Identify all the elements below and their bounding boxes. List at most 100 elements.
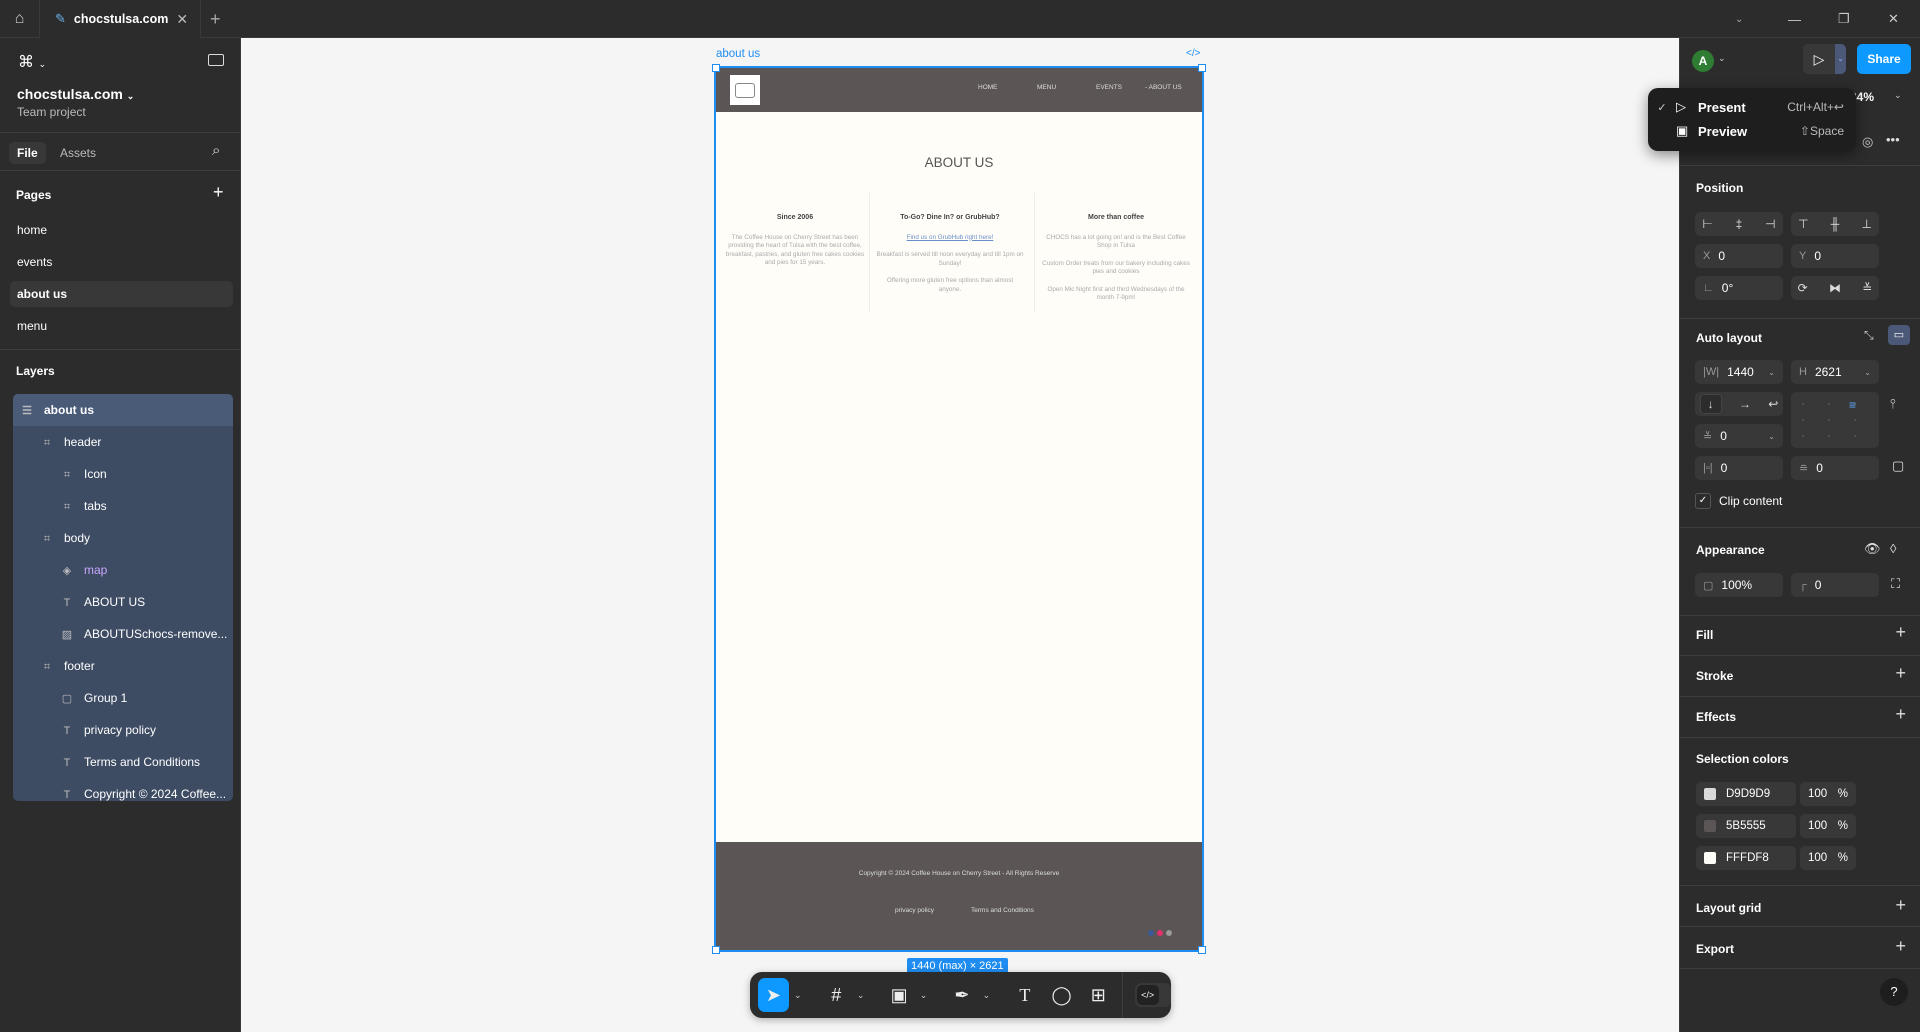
height-field[interactable]: H 2621 ⌄ — [1791, 360, 1879, 384]
resize-handle[interactable] — [1198, 946, 1206, 954]
y-field[interactable]: Y0 — [1791, 244, 1879, 268]
corner-radius-field[interactable]: ┌ 0 — [1791, 573, 1879, 597]
chevron-down-icon[interactable]: ⌄ — [1735, 0, 1755, 38]
layer-item[interactable]: ⌗ header — [13, 426, 233, 458]
direction-group[interactable]: ↓ → ↩ — [1695, 392, 1783, 416]
color-swatch-field[interactable]: D9D9D9 — [1696, 782, 1796, 806]
collapse-icon[interactable]: ⤡ — [1864, 328, 1874, 343]
chevron-down-icon[interactable]: ⌄ — [1894, 90, 1902, 101]
add-stroke-icon[interactable]: + — [1895, 663, 1906, 684]
add-layout-grid-icon[interactable]: + — [1895, 895, 1906, 916]
color-opacity-field[interactable]: 100% — [1800, 846, 1856, 870]
layer-item[interactable]: ⌗ body — [13, 522, 233, 554]
share-button[interactable]: Share — [1857, 44, 1911, 74]
x-field[interactable]: X0 — [1695, 244, 1783, 268]
layer-item[interactable]: ☰ about us — [13, 394, 233, 426]
opacity-field[interactable]: ▢ 100% — [1695, 573, 1783, 597]
color-opacity-field[interactable]: 100% — [1800, 782, 1856, 806]
close-icon[interactable]: ✕ — [176, 11, 188, 28]
frame-icon[interactable]: # — [821, 978, 852, 1012]
more-icon[interactable]: ••• — [1886, 132, 1900, 147]
avatar[interactable]: A — [1692, 50, 1714, 72]
layer-item[interactable]: T Terms and Conditions — [13, 746, 233, 778]
tab-file[interactable]: File — [9, 142, 46, 164]
present-dropdown[interactable]: ⌄ — [1835, 44, 1846, 74]
add-fill-icon[interactable]: + — [1895, 622, 1906, 643]
color-swatch[interactable] — [1704, 820, 1716, 832]
page-about-us[interactable]: about us — [10, 281, 233, 307]
minimize-button[interactable]: — — [1788, 0, 1801, 38]
add-export-icon[interactable]: + — [1895, 936, 1906, 957]
help-button[interactable]: ? — [1880, 978, 1908, 1006]
search-icon[interactable]: ⌕ — [212, 142, 220, 159]
resize-handle[interactable] — [1198, 64, 1206, 72]
resize-handle[interactable] — [712, 946, 720, 954]
color-opacity-field[interactable]: 100% — [1800, 814, 1856, 838]
clip-content-checkbox[interactable]: ✓ — [1695, 493, 1711, 509]
frame-label[interactable]: about us — [716, 48, 760, 60]
color-swatch[interactable] — [1704, 852, 1716, 864]
component-icon[interactable]: ◎ — [1862, 134, 1873, 150]
chevron-down-icon[interactable]: ⌄ — [1718, 53, 1726, 64]
present-button[interactable]: ▷ — [1803, 44, 1835, 74]
vertical-align-group[interactable]: ⊤ ╫ ⊥ — [1791, 212, 1879, 236]
layer-item[interactable]: ⌗ tabs — [13, 490, 233, 522]
project-name[interactable]: chocstulsa.com ⌄ — [17, 86, 134, 102]
blend-mode-icon[interactable]: ◊ — [1890, 541, 1896, 556]
chevron-down-icon[interactable]: ⌄ — [977, 990, 995, 1001]
file-tab[interactable]: ✎ chocstulsa.com ✕ — [41, 0, 201, 38]
page-events[interactable]: events — [10, 249, 233, 275]
figma-menu-icon[interactable]: ⌘ ⌄ — [18, 52, 46, 72]
chevron-down-icon[interactable]: ⌄ — [852, 990, 870, 1001]
restore-button[interactable]: ❐ — [1838, 0, 1850, 38]
close-window-button[interactable]: ✕ — [1888, 0, 1899, 38]
add-page-icon[interactable]: + — [213, 182, 224, 203]
add-effect-icon[interactable]: + — [1895, 704, 1906, 725]
tab-assets[interactable]: Assets — [60, 142, 96, 164]
layer-item[interactable]: Tprivacy policy — [13, 714, 233, 746]
color-swatch-field[interactable]: FFFDF8 — [1696, 846, 1796, 870]
page-menu[interactable]: menu — [10, 313, 233, 339]
expand-corners-icon[interactable]: ⛶ — [1891, 576, 1900, 592]
layer-item[interactable]: T Copyright © 2024 Coffee... — [13, 778, 233, 810]
page-home[interactable]: home — [10, 217, 233, 243]
menu-item-preview[interactable]: ▣ Preview ⇧Space — [1648, 119, 1856, 143]
actions-icon[interactable]: ⊞ — [1083, 978, 1114, 1012]
horizontal-align-group[interactable]: ⊢ ‡ ⊣ — [1695, 212, 1783, 236]
menu-item-present[interactable]: ✓ ▷ Present Ctrl+Alt+↩ — [1648, 95, 1856, 119]
layer-item[interactable]: ⌗ Icon — [13, 458, 233, 490]
image-icon[interactable]: ▣ — [884, 978, 915, 1012]
layout-settings-icon[interactable]: ⫯ — [1890, 396, 1896, 412]
comment-icon[interactable]: ◯ — [1046, 978, 1077, 1012]
transform-group[interactable]: ⟳ ⧓ ≚ — [1791, 276, 1879, 300]
layer-item[interactable]: T ABOUT US — [13, 586, 233, 618]
home-icon[interactable]: ⌂ — [0, 0, 40, 38]
horizontal-padding-field[interactable]: |▫| 0 — [1695, 456, 1783, 480]
rotation-field[interactable]: ∟ 0° — [1695, 276, 1783, 300]
code-icon[interactable]: </> — [1186, 48, 1200, 59]
alignment-grid[interactable]: ≡ ··· ··· ··· — [1791, 392, 1879, 448]
move-icon[interactable]: ➤ — [758, 978, 789, 1012]
vertical-padding-field[interactable]: ≘ 0 — [1791, 456, 1879, 480]
grubhub-link[interactable]: Find us on GrubHub right here! — [875, 234, 1025, 243]
dev-mode-toggle[interactable]: </> — [1134, 983, 1172, 1007]
layer-item[interactable]: ◈ map — [13, 554, 233, 586]
text-icon[interactable]: T — [1009, 978, 1040, 1012]
chevron-down-icon[interactable]: ⌄ — [789, 990, 807, 1001]
color-swatch-field[interactable]: 5B5555 — [1696, 814, 1796, 838]
chevron-down-icon[interactable]: ⌄ — [914, 990, 932, 1001]
about-us-frame[interactable]: HOME MENU EVENTS - ABOUT US ABOUT US Sin… — [714, 66, 1204, 952]
resize-handle[interactable] — [712, 64, 720, 72]
individual-padding-icon[interactable]: ▢ — [1892, 458, 1904, 474]
layer-item[interactable]: ▨ ABOUTUSchocs-remove... — [13, 618, 233, 650]
color-swatch[interactable] — [1704, 788, 1716, 800]
pen-icon[interactable]: ✒ — [947, 978, 978, 1012]
eye-icon[interactable]: 👁 — [1864, 541, 1881, 557]
width-field[interactable]: |W| 1440 ⌄ — [1695, 360, 1783, 384]
layer-item[interactable]: ▢ Group 1 — [13, 682, 233, 714]
auto-layout-settings-icon[interactable]: ▭ — [1888, 325, 1910, 345]
gap-field[interactable]: ≚ 0 ⌄ — [1695, 424, 1783, 448]
sidebar-toggle-icon[interactable] — [208, 54, 224, 66]
new-tab-button[interactable]: + — [210, 0, 221, 38]
layer-item[interactable]: ⌗ footer — [13, 650, 233, 682]
